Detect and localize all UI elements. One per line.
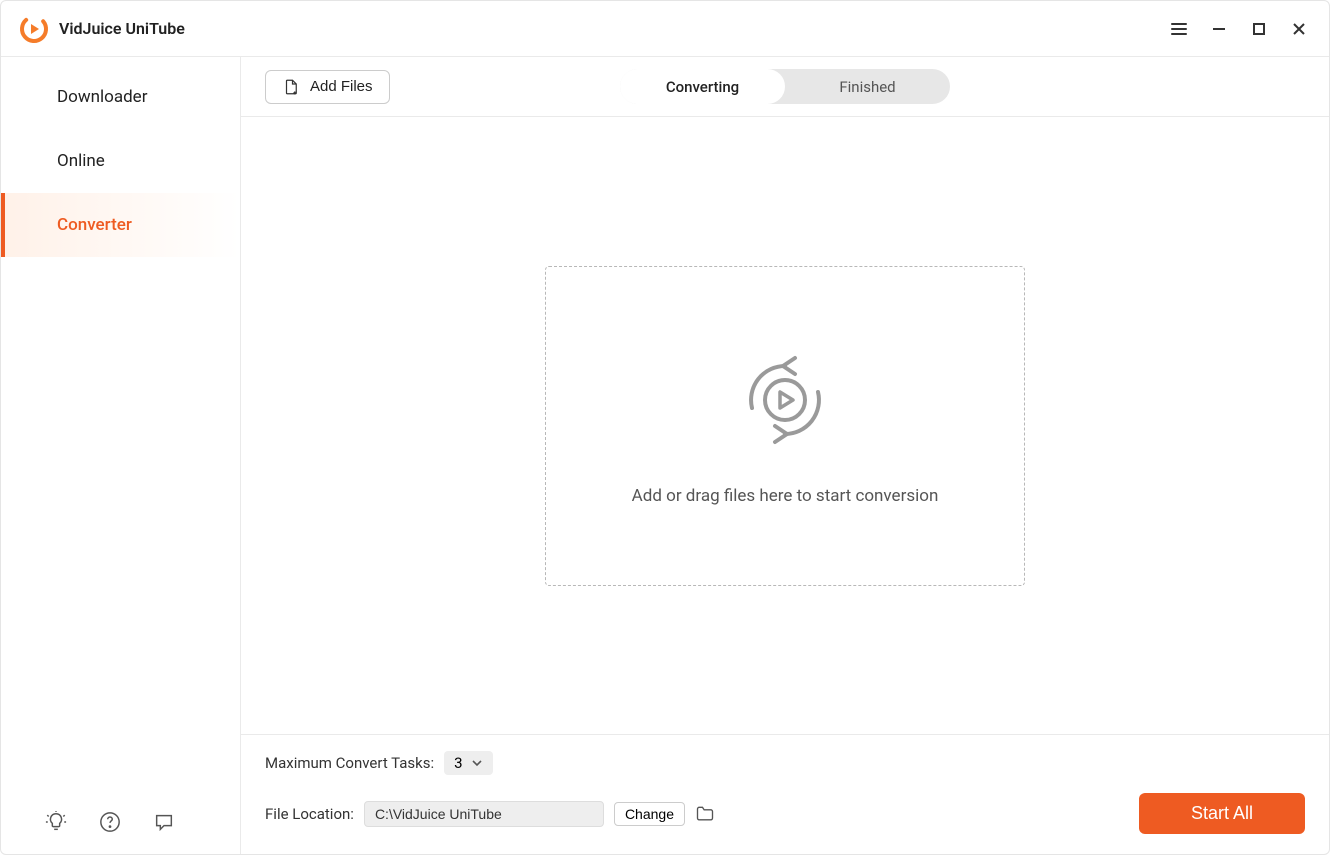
start-all-button[interactable]: Start All [1139,793,1305,834]
folder-icon [695,804,715,824]
help-icon[interactable] [97,809,123,835]
sidebar-item-converter[interactable]: Converter [1,193,240,257]
app-title: VidJuice UniTube [59,19,185,38]
sidebar: Downloader Online Converter [1,57,241,854]
dropzone-message: Add or drag files here to start conversi… [632,486,939,506]
sidebar-item-label: Downloader [57,87,147,107]
main-panel: Add Files Converting Finished [241,57,1329,854]
max-tasks-select[interactable]: 3 [444,751,492,775]
sidebar-item-downloader[interactable]: Downloader [1,65,240,129]
convert-icon [735,346,835,456]
tab-switcher: Converting Finished [620,69,950,104]
minimize-button[interactable] [1201,11,1237,47]
menu-icon[interactable] [1161,11,1197,47]
sidebar-item-label: Online [57,151,105,171]
tab-converting[interactable]: Converting [620,69,785,104]
sidebar-item-online[interactable]: Online [1,129,240,193]
bottom-bar: Maximum Convert Tasks: 3 File Location: … [241,734,1329,854]
change-button[interactable]: Change [614,802,685,826]
add-files-label: Add Files [310,78,373,95]
chevron-down-icon [471,757,483,769]
max-tasks-value: 3 [454,754,462,772]
open-folder-button[interactable] [695,804,715,824]
sidebar-item-label: Converter [57,215,132,235]
maximize-button[interactable] [1241,11,1277,47]
tab-finished[interactable]: Finished [785,69,950,104]
dropzone[interactable]: Add or drag files here to start conversi… [545,266,1025,586]
add-file-icon [282,78,300,96]
file-location-input[interactable] [364,801,604,827]
feedback-icon[interactable] [151,809,177,835]
add-files-button[interactable]: Add Files [265,70,390,104]
toolbar: Add Files Converting Finished [241,57,1329,117]
max-tasks-label: Maximum Convert Tasks: [265,754,434,772]
file-location-label: File Location: [265,805,354,823]
lightbulb-icon[interactable] [43,809,69,835]
close-button[interactable] [1281,11,1317,47]
titlebar: VidJuice UniTube [1,1,1329,57]
app-logo-icon [19,14,49,44]
content-area: Add or drag files here to start conversi… [241,117,1329,734]
